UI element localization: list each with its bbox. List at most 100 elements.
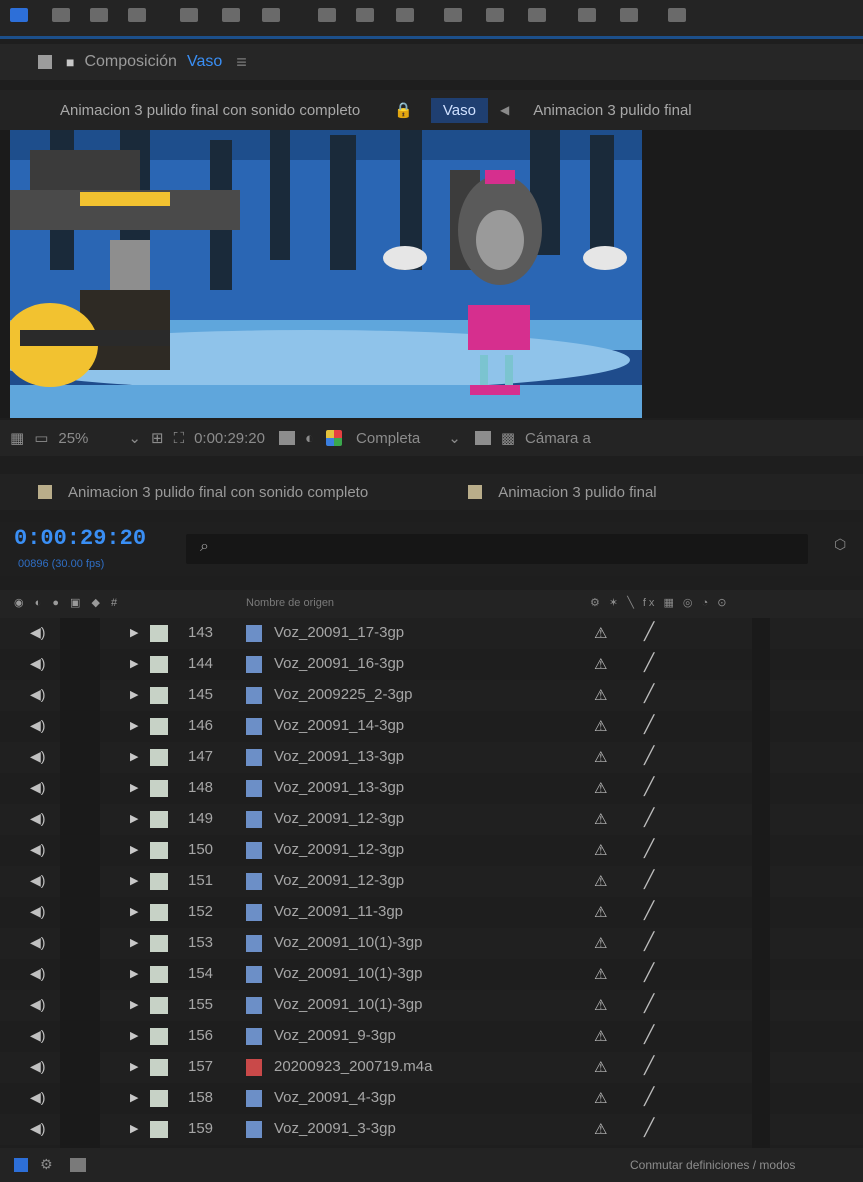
layer-source-name[interactable]: Voz_20091_11-3gp [274,903,403,920]
expand-triangle-icon[interactable]: ▶ [130,657,138,670]
zoom-level[interactable]: 25% [58,430,88,447]
expand-triangle-icon[interactable]: ▶ [130,750,138,763]
layer-label-color[interactable] [150,656,168,673]
camera-dropdown[interactable]: Cámara a [525,430,591,447]
layer-switch-column[interactable] [752,1083,770,1114]
layer-switch-column[interactable] [752,773,770,804]
shy-switch-icon[interactable]: ⚠ [594,903,607,921]
puppet-tool-icon[interactable] [620,8,638,22]
shy-switch-icon[interactable]: ⚠ [594,686,607,704]
solo-lock-column[interactable] [60,1021,100,1052]
snapshot-icon[interactable] [278,431,295,445]
audio-speaker-icon[interactable]: ◀) [30,810,45,827]
shy-switch-icon[interactable]: ⚠ [594,996,607,1014]
expand-triangle-icon[interactable]: ▶ [130,688,138,701]
rotate-tool-icon[interactable] [180,8,198,22]
expand-triangle-icon[interactable]: ▶ [130,781,138,794]
layer-row[interactable]: ◀) ▶ 147 Voz_20091_13-3gp ⚠ ╱ [0,742,863,773]
camera-tool-icon[interactable] [222,8,240,22]
layer-switch-column[interactable] [752,804,770,835]
audio-speaker-icon[interactable]: ◀) [30,841,45,858]
av-feature-icons[interactable]: ◉ ◐ ● ▣ ◆ # [14,596,121,609]
audio-speaker-icon[interactable]: ◀) [30,779,45,796]
layer-label-color[interactable] [150,904,168,921]
layer-label-color[interactable] [150,1121,168,1138]
layer-label-color[interactable] [150,780,168,797]
quality-switch-icon[interactable]: ╱ [644,870,654,890]
solo-lock-column[interactable] [60,680,100,711]
layer-switch-column[interactable] [752,1052,770,1083]
monitor-icon[interactable]: ▭ [34,429,48,447]
shy-switch-icon[interactable]: ⚠ [594,934,607,952]
layer-label-color[interactable] [150,935,168,952]
layer-row[interactable]: ◀) ▶ 156 Voz_20091_9-3gp ⚠ ╱ [0,1021,863,1052]
solo-lock-column[interactable] [60,618,100,649]
quality-switch-icon[interactable]: ╱ [644,839,654,859]
shy-switch-icon[interactable]: ⚠ [594,965,607,983]
layer-row[interactable]: ◀) ▶ 159 Voz_20091_3-3gp ⚠ ╱ [0,1114,863,1145]
layer-row[interactable]: ◀) ▶ 150 Voz_20091_12-3gp ⚠ ╱ [0,835,863,866]
layer-row[interactable]: ◀) ▶ 152 Voz_20091_11-3gp ⚠ ╱ [0,897,863,928]
brush-tool-icon[interactable] [444,8,462,22]
render-time-icon[interactable] [14,1158,28,1172]
quality-switch-icon[interactable]: ╱ [644,777,654,797]
layer-row[interactable]: ◀) ▶ 151 Voz_20091_12-3gp ⚠ ╱ [0,866,863,897]
shy-switch-icon[interactable]: ⚠ [594,810,607,828]
quality-switch-icon[interactable]: ╱ [644,1118,654,1138]
expand-triangle-icon[interactable]: ▶ [130,874,138,887]
audio-speaker-icon[interactable]: ◀) [30,624,45,641]
panel-menu-icon[interactable]: ≡ [236,52,247,73]
audio-speaker-icon[interactable]: ◀) [30,1120,45,1137]
shy-switch-icon[interactable]: ⚠ [594,1089,607,1107]
tab-vaso[interactable]: Vaso [430,97,488,123]
solo-lock-column[interactable] [60,990,100,1021]
audio-speaker-icon[interactable]: ◀) [30,717,45,734]
layer-switch-column[interactable] [752,1114,770,1145]
layer-switch-column[interactable] [752,742,770,773]
quality-switch-icon[interactable]: ╱ [644,746,654,766]
layer-row[interactable]: ◀) ▶ 148 Voz_20091_13-3gp ⚠ ╱ [0,773,863,804]
layer-switch-column[interactable] [752,866,770,897]
shy-switch-icon[interactable]: ⚠ [594,872,607,890]
layer-switch-column[interactable] [752,649,770,680]
tab-timeline-parent[interactable]: Animacion 3 pulido final con sonido comp… [68,484,368,501]
expand-triangle-icon[interactable]: ▶ [130,719,138,732]
resolution-dropdown[interactable]: Completa [356,430,420,447]
layer-label-color[interactable] [150,1090,168,1107]
layer-source-name[interactable]: Voz_20091_3-3gp [274,1120,396,1137]
quality-switch-icon[interactable]: ╱ [644,1087,654,1107]
solo-lock-column[interactable] [60,866,100,897]
tab-parent-composition[interactable]: Animacion 3 pulido final con sonido comp… [60,102,360,119]
mask-tool-icon[interactable] [318,8,336,22]
expand-triangle-icon[interactable]: ▶ [130,1122,138,1135]
solo-lock-column[interactable] [60,742,100,773]
layer-row[interactable]: ◀) ▶ 153 Voz_20091_10(1)-3gp ⚠ ╱ [0,928,863,959]
layer-source-name[interactable]: Voz_20091_10(1)-3gp [274,996,422,1013]
layer-row[interactable]: ◀) ▶ 149 Voz_20091_12-3gp ⚠ ╱ [0,804,863,835]
audio-speaker-icon[interactable]: ◀) [30,1089,45,1106]
quality-switch-icon[interactable]: ╱ [644,808,654,828]
layer-switches-header[interactable]: ⚙ ✶ ╲ fx ▦ ◎ ◔ ⊙ [590,596,730,609]
layer-switch-column[interactable] [752,959,770,990]
film-icon[interactable]: ▦ [10,429,24,447]
solo-lock-column[interactable] [60,649,100,680]
grid-icon[interactable]: ⛶ [174,430,185,447]
expand-triangle-icon[interactable]: ▶ [130,967,138,980]
audio-speaker-icon[interactable]: ◀) [30,903,45,920]
current-time[interactable]: 0:00:29:20 [194,430,265,447]
comp-mini-flowchart-icon[interactable]: ⬡ [834,536,846,553]
audio-speaker-icon[interactable]: ◀) [30,872,45,889]
layer-label-color[interactable] [150,1028,168,1045]
layer-switch-column[interactable] [752,1021,770,1052]
layer-label-color[interactable] [150,749,168,766]
audio-speaker-icon[interactable]: ◀) [30,1027,45,1044]
shy-switch-icon[interactable]: ⚠ [594,748,607,766]
expand-triangle-icon[interactable]: ▶ [130,812,138,825]
layer-source-name[interactable]: Voz_20091_13-3gp [274,779,404,796]
layer-switch-column[interactable] [752,835,770,866]
layer-row[interactable]: ◀) ▶ 144 Voz_20091_16-3gp ⚠ ╱ [0,649,863,680]
pan-tool-icon[interactable] [262,8,280,22]
expand-triangle-icon[interactable]: ▶ [130,1029,138,1042]
layer-source-name[interactable]: Voz_20091_16-3gp [274,655,404,672]
timeline-timecode[interactable]: 0:00:29:20 [14,526,146,551]
